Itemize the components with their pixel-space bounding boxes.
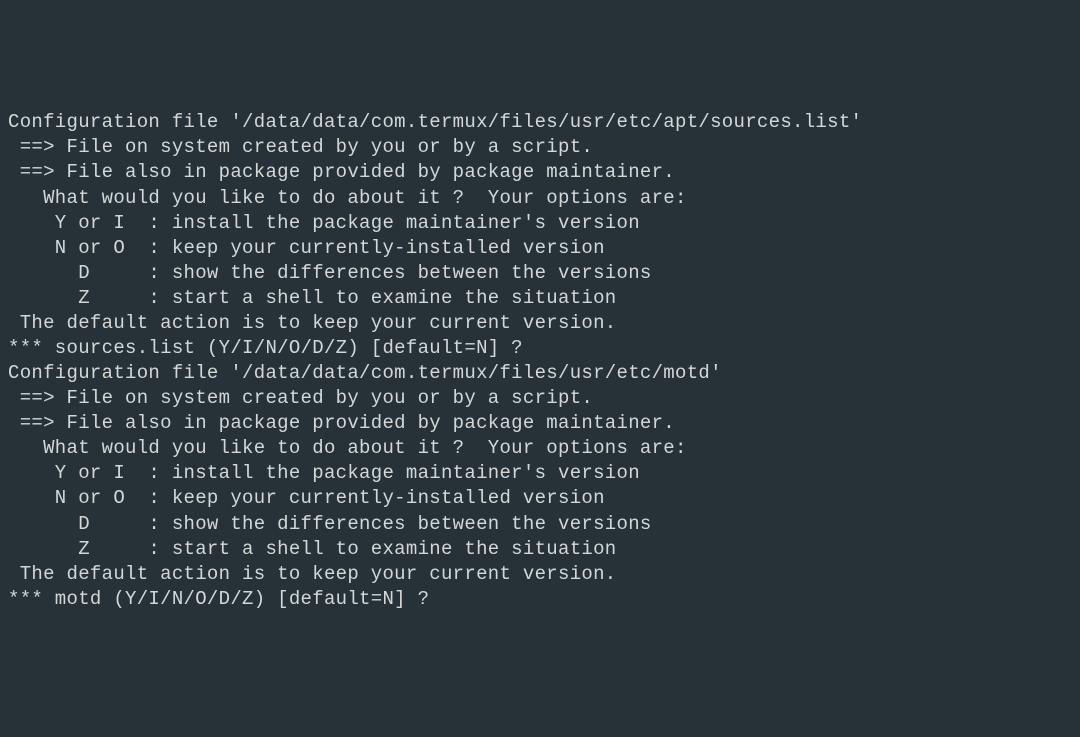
terminal-line: Configuration file '/data/data/com.termu… [8, 361, 1072, 386]
terminal-line: D : show the differences between the ver… [8, 261, 1072, 286]
terminal-line: ==> File also in package provided by pac… [8, 411, 1072, 436]
terminal-line: ==> File on system created by you or by … [8, 135, 1072, 160]
terminal-line: Configuration file '/data/data/com.termu… [8, 110, 1072, 135]
terminal-prompt: *** sources.list (Y/I/N/O/D/Z) [default=… [8, 336, 1072, 361]
terminal-line: Z : start a shell to examine the situati… [8, 286, 1072, 311]
terminal-line: D : show the differences between the ver… [8, 512, 1072, 537]
terminal-line: Y or I : install the package maintainer'… [8, 211, 1072, 236]
terminal-line: The default action is to keep your curre… [8, 311, 1072, 336]
terminal-output[interactable]: Configuration file '/data/data/com.termu… [8, 110, 1072, 612]
terminal-line: What would you like to do about it ? You… [8, 436, 1072, 461]
terminal-line: What would you like to do about it ? You… [8, 186, 1072, 211]
terminal-prompt: *** motd (Y/I/N/O/D/Z) [default=N] ? [8, 587, 1072, 612]
terminal-line: Z : start a shell to examine the situati… [8, 537, 1072, 562]
terminal-line: The default action is to keep your curre… [8, 562, 1072, 587]
terminal-line: N or O : keep your currently-installed v… [8, 236, 1072, 261]
terminal-line: ==> File on system created by you or by … [8, 386, 1072, 411]
terminal-line: N or O : keep your currently-installed v… [8, 486, 1072, 511]
terminal-line: ==> File also in package provided by pac… [8, 160, 1072, 185]
terminal-line: Y or I : install the package maintainer'… [8, 461, 1072, 486]
